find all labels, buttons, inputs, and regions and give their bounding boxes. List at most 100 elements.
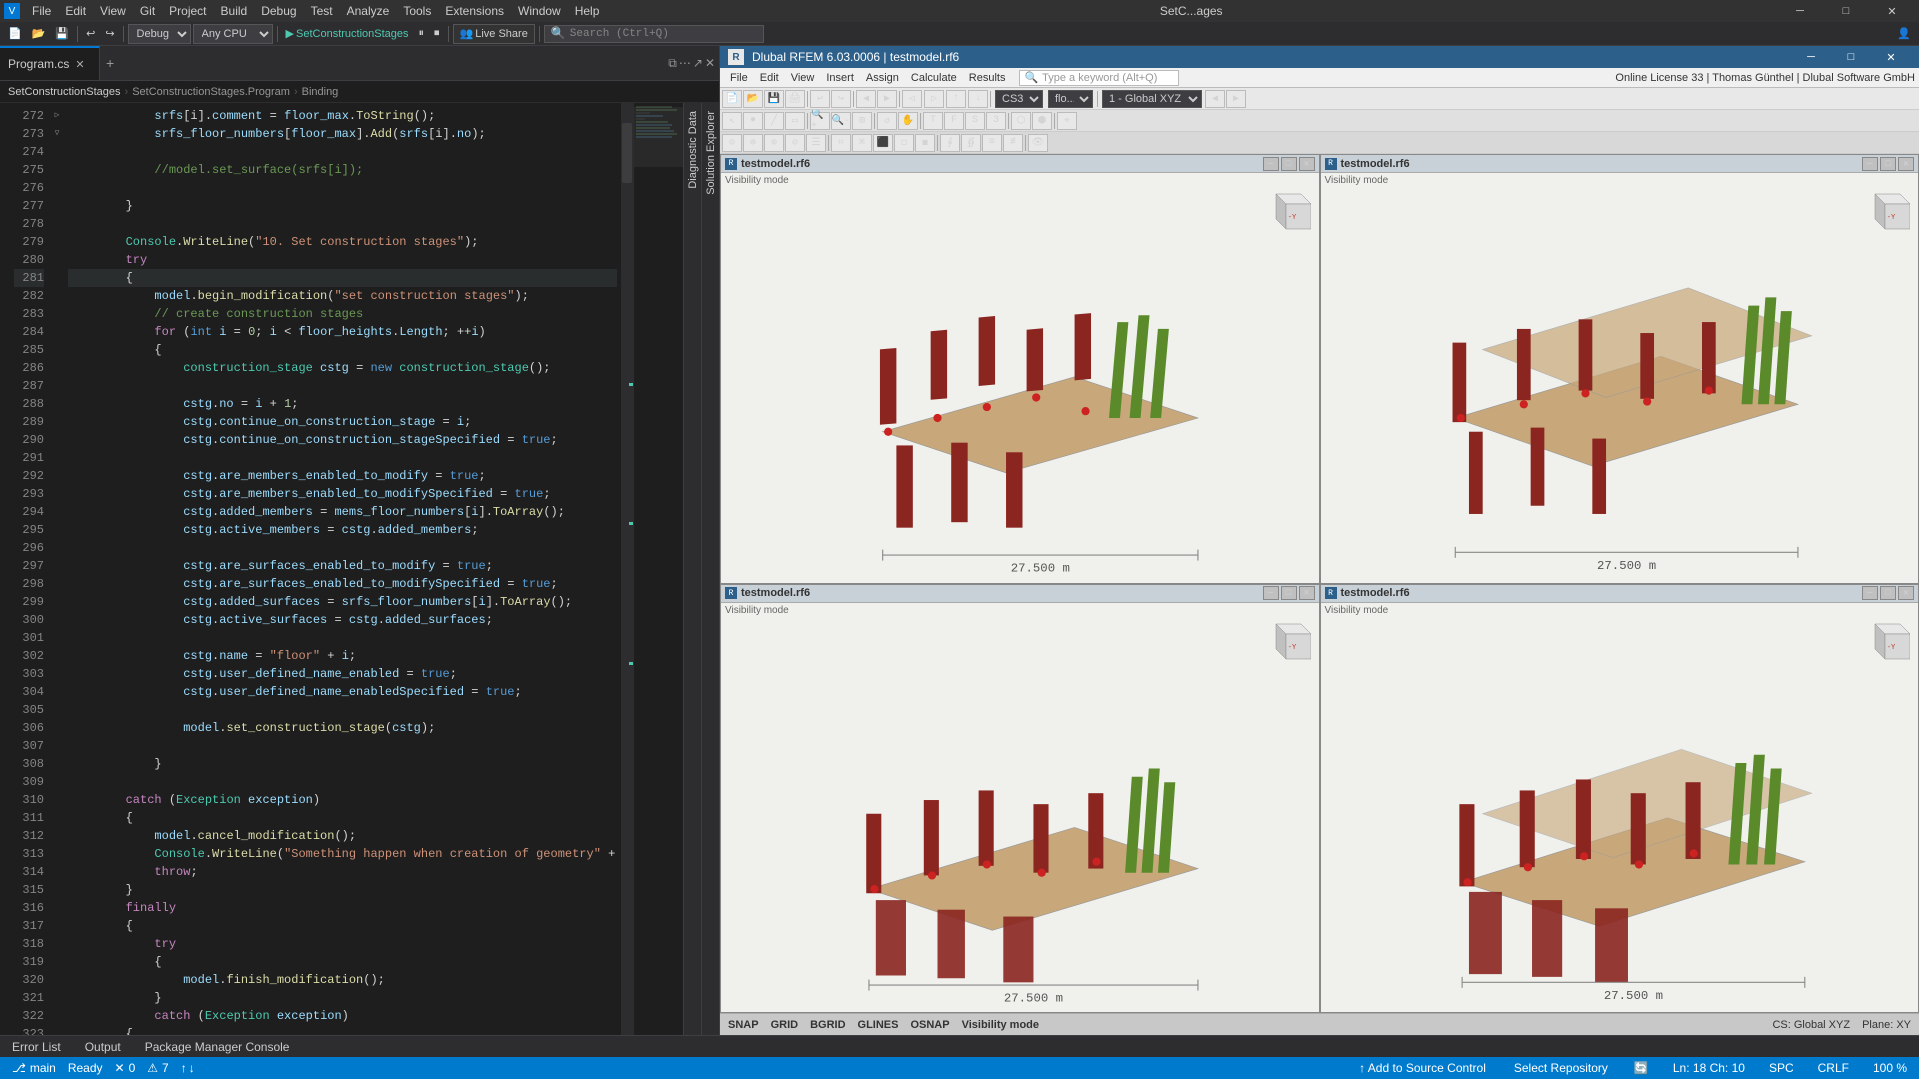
new-project-btn[interactable]: 📄: [4, 24, 26, 44]
rfem-t3-btn6[interactable]: ⌗: [831, 134, 851, 152]
rfem-t3-btn14[interactable]: ≢: [1003, 134, 1023, 152]
rfem-view-4-content[interactable]: -Y: [1321, 615, 1919, 1013]
rfem-menu-view[interactable]: View: [785, 70, 821, 86]
rfem-t3-btn2[interactable]: ⊕: [743, 134, 763, 152]
split-editor-btn[interactable]: ⧉: [668, 56, 677, 71]
rfem-line-btn[interactable]: ╱: [764, 112, 784, 130]
rfem-view-3-max-btn[interactable]: □: [1281, 586, 1297, 600]
rfem-open-btn[interactable]: 📂: [743, 90, 763, 108]
rfem-view-1-min-btn[interactable]: ─: [1263, 157, 1279, 171]
rfem-nav3[interactable]: ↑: [946, 90, 966, 108]
rfem-cs3-dropdown[interactable]: CS3: [995, 90, 1043, 108]
rfem-view-2-min-btn[interactable]: ─: [1862, 157, 1878, 171]
menu-help[interactable]: Help: [569, 2, 606, 20]
menu-file[interactable]: File: [26, 2, 57, 20]
menu-tools[interactable]: Tools: [397, 2, 437, 20]
rfem-t3-btn11[interactable]: ∮: [940, 134, 960, 152]
run-button[interactable]: ▶ SetConstructionStages: [282, 24, 413, 44]
cpu-config-dropdown[interactable]: Any CPU: [193, 24, 273, 44]
menu-extensions[interactable]: Extensions: [439, 2, 510, 20]
minimize-button[interactable]: ─: [1777, 0, 1823, 22]
rfem-view-2-content[interactable]: -Y: [1321, 185, 1919, 583]
open-btn[interactable]: 📂: [28, 24, 50, 44]
rfem-fwd-btn[interactable]: ▷: [924, 90, 944, 108]
rfem-nav-btn1[interactable]: ◀: [856, 90, 876, 108]
rfem-view-3-min-btn[interactable]: ─: [1263, 586, 1279, 600]
nav-arrows[interactable]: ↑ ↓: [177, 1061, 199, 1075]
rfem-t3-btn10[interactable]: ◼: [915, 134, 935, 152]
rfem-menu-edit[interactable]: Edit: [754, 70, 785, 86]
rfem-coord-btn2[interactable]: ▶: [1226, 90, 1246, 108]
rfem-wire-btn[interactable]: ⬡: [1011, 112, 1031, 130]
breadcrumb-method[interactable]: SetConstructionStages.Program: [132, 86, 290, 98]
menu-edit[interactable]: Edit: [59, 2, 92, 20]
rfem-coord-dropdown[interactable]: 1 - Global XYZ: [1102, 90, 1202, 108]
rfem-view-top[interactable]: T: [923, 112, 943, 130]
rfem-visibility-btn[interactable]: 👁: [1028, 134, 1048, 152]
maximize-panel-btn[interactable]: ↗: [693, 56, 703, 70]
crlf-indicator[interactable]: CRLF: [1814, 1061, 1853, 1075]
sync-icon-btn[interactable]: 🔄: [1630, 1061, 1653, 1075]
rfem-view-4-min-btn[interactable]: ─: [1862, 586, 1878, 600]
rfem-view-3-content[interactable]: -Y: [721, 615, 1319, 1013]
rfem-t3-btn8[interactable]: ⬛: [873, 134, 893, 152]
rfem-menu-insert[interactable]: Insert: [820, 70, 860, 86]
close-button[interactable]: ✕: [1869, 0, 1915, 22]
breadcrumb-binding[interactable]: Binding: [302, 86, 339, 98]
undo-btn[interactable]: ↩: [82, 24, 99, 44]
menu-view[interactable]: View: [94, 2, 132, 20]
rfem-solid-btn[interactable]: ⬢: [1032, 112, 1052, 130]
rfem-nav-btn2[interactable]: ▶: [877, 90, 897, 108]
rfem-zoom-out-btn[interactable]: 🔍-: [831, 112, 851, 130]
rfem-view-front[interactable]: F: [944, 112, 964, 130]
rfem-menu-file[interactable]: File: [724, 70, 754, 86]
rfem-save-btn[interactable]: 💾: [764, 90, 784, 108]
more-btn[interactable]: ⋯: [679, 56, 691, 70]
rfem-restore-btn[interactable]: □: [1831, 46, 1871, 68]
rfem-rotate-btn[interactable]: ↺: [877, 112, 897, 130]
rfem-grid[interactable]: GRID: [771, 1019, 799, 1031]
rfem-menu-calculate[interactable]: Calculate: [905, 70, 963, 86]
error-count[interactable]: ✕ 0: [111, 1061, 140, 1075]
rfem-view-1-close-btn[interactable]: ✕: [1299, 157, 1315, 171]
code-editor[interactable]: srfs[i].comment = floor_max.ToString(); …: [64, 103, 621, 1035]
rfem-menu-results[interactable]: Results: [963, 70, 1012, 86]
error-list-tab[interactable]: Error List: [8, 1038, 65, 1056]
menu-build[interactable]: Build: [215, 2, 254, 20]
rfem-t3-btn4[interactable]: ⊘: [785, 134, 805, 152]
rfem-back-btn[interactable]: ◁: [902, 90, 922, 108]
warning-count[interactable]: ⚠ 7: [143, 1061, 172, 1075]
menu-project[interactable]: Project: [163, 2, 212, 20]
rfem-t3-btn1[interactable]: ⊙: [722, 134, 742, 152]
rfem-section-btn[interactable]: ⌖: [1057, 112, 1077, 130]
menu-window[interactable]: Window: [512, 2, 567, 20]
rfem-redo-btn[interactable]: ↪: [831, 90, 851, 108]
rfem-undo-btn[interactable]: ↩: [810, 90, 830, 108]
rfem-t3-btn13[interactable]: ≡: [982, 134, 1002, 152]
rfem-glines[interactable]: GLINES: [858, 1019, 899, 1031]
rfem-menu-assign[interactable]: Assign: [860, 70, 905, 86]
spc-indicator[interactable]: SPC: [1765, 1061, 1798, 1075]
debug-config-dropdown[interactable]: Debug: [128, 24, 191, 44]
branch-indicator[interactable]: ⎇ main: [8, 1061, 60, 1075]
ready-status[interactable]: Ready: [64, 1061, 107, 1075]
rfem-t3-btn12[interactable]: ∯: [961, 134, 981, 152]
rfem-view-1-max-btn[interactable]: □: [1281, 157, 1297, 171]
add-tab-btn[interactable]: +: [100, 46, 120, 80]
rfem-new-btn[interactable]: 📄: [722, 90, 742, 108]
rfem-osnap[interactable]: OSNAP: [910, 1019, 949, 1031]
right-scrollbar[interactable]: [621, 103, 633, 1035]
menu-debug[interactable]: Debug: [255, 2, 302, 20]
rfem-flo-dropdown[interactable]: flo...: [1048, 90, 1093, 108]
rfem-close-btn[interactable]: ✕: [1871, 46, 1911, 68]
rfem-bgrid[interactable]: BGRID: [810, 1019, 845, 1031]
menu-git[interactable]: Git: [134, 2, 161, 20]
menu-analyze[interactable]: Analyze: [341, 2, 396, 20]
rfem-view-4-close-btn[interactable]: ✕: [1898, 586, 1914, 600]
diagnostic-label[interactable]: Diagnostic Data: [685, 107, 701, 193]
stop-btn[interactable]: ⏹: [430, 24, 444, 44]
breadcrumb-class[interactable]: SetConstructionStages: [8, 86, 121, 98]
rfem-view-3-close-btn[interactable]: ✕: [1299, 586, 1315, 600]
rfem-view-3d[interactable]: 3: [986, 112, 1006, 130]
file-tab-close[interactable]: ✕: [75, 58, 84, 71]
